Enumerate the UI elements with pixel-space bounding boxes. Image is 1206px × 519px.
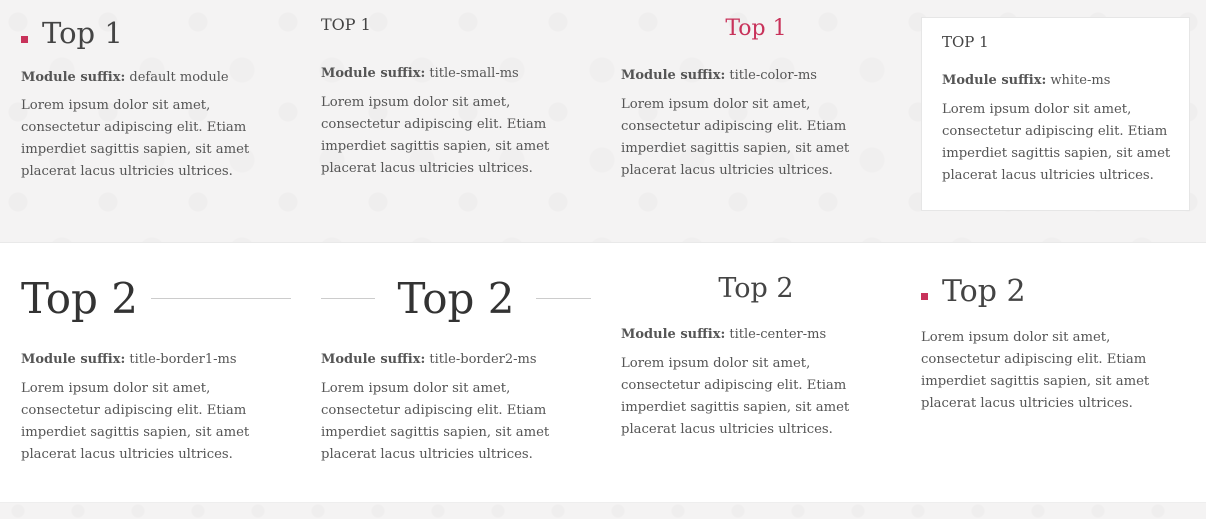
- module-title-color: Top 1 Module suffix: title-color-ms Lore…: [621, 16, 891, 182]
- suffix-value: title-small-ms: [429, 65, 519, 81]
- top1-section: Top 1 Module suffix: default module Lore…: [0, 0, 1206, 243]
- module-title: TOP 1: [942, 33, 989, 51]
- top2-section: Top 2 Module suffix: title-border1-ms Lo…: [0, 243, 1206, 503]
- suffix-label: Module suffix:: [21, 69, 126, 85]
- title-border-line-right: [536, 298, 591, 299]
- module-suffix: Module suffix: title-color-ms: [621, 68, 891, 83]
- module-body: Lorem ipsum dolor sit amet, consectetur …: [621, 97, 850, 179]
- module-body: Lorem ipsum dolor sit amet, consectetur …: [942, 101, 1171, 183]
- module-body: Lorem ipsum dolor sit amet, consectetur …: [21, 381, 250, 463]
- module-title-text: Top 1: [42, 16, 123, 50]
- module-default: Top 1 Module suffix: default module Lore…: [21, 16, 291, 183]
- module-title: Top 2: [397, 274, 515, 323]
- module-title: Top 1: [21, 16, 291, 50]
- module-suffix: Module suffix: default module: [21, 70, 291, 85]
- title-square-icon: [21, 35, 28, 43]
- suffix-value: white-ms: [1050, 72, 1111, 88]
- title-border-line: [151, 298, 291, 299]
- module-title: TOP 1: [321, 15, 371, 34]
- module-title-border2: Top 2 Module suffix: title-border2-ms Lo…: [321, 274, 591, 466]
- module-default-2: Top 2 Lorem ipsum dolor sit amet, consec…: [921, 275, 1191, 415]
- module-title: Top 2: [21, 274, 138, 323]
- suffix-label: Module suffix:: [621, 326, 726, 342]
- module-suffix: Module suffix: title-border2-ms: [321, 352, 591, 367]
- suffix-value: title-center-ms: [729, 326, 827, 342]
- bottom-section: [0, 503, 1206, 519]
- module-title: Top 1: [725, 16, 787, 41]
- module-suffix: Module suffix: white-ms: [942, 73, 1177, 88]
- suffix-label: Module suffix:: [942, 72, 1047, 88]
- module-title-text: Top 2: [942, 274, 1026, 309]
- suffix-label: Module suffix:: [321, 352, 426, 368]
- module-body: Lorem ipsum dolor sit amet, consectetur …: [921, 330, 1150, 411]
- suffix-value: title-color-ms: [729, 68, 817, 84]
- module-title: Top 2: [921, 275, 1191, 308]
- module-body: Lorem ipsum dolor sit amet, consectetur …: [321, 381, 550, 463]
- module-white: TOP 1 Module suffix: white-ms Lorem ipsu…: [921, 17, 1190, 211]
- module-suffix: Module suffix: title-center-ms: [621, 327, 891, 342]
- suffix-label: Module suffix:: [21, 352, 126, 368]
- module-suffix: Module suffix: title-border1-ms: [21, 352, 291, 367]
- suffix-value: title-border2-ms: [429, 352, 537, 368]
- module-title: Top 2: [718, 273, 794, 304]
- module-title-border1: Top 2 Module suffix: title-border1-ms Lo…: [21, 274, 291, 466]
- title-square-icon: [921, 293, 928, 301]
- suffix-label: Module suffix:: [621, 68, 726, 84]
- module-suffix: Module suffix: title-small-ms: [321, 66, 583, 81]
- module-body: Lorem ipsum dolor sit amet, consectetur …: [321, 94, 550, 176]
- module-title-small: TOP 1 Module suffix: title-small-ms Lore…: [321, 16, 583, 180]
- module-body: Lorem ipsum dolor sit amet, consectetur …: [621, 355, 850, 437]
- suffix-value: title-border1-ms: [129, 352, 237, 368]
- suffix-label: Module suffix:: [321, 65, 426, 81]
- module-body: Lorem ipsum dolor sit amet, consectetur …: [21, 97, 250, 179]
- module-title-center: Top 2 Module suffix: title-center-ms Lor…: [621, 274, 891, 441]
- suffix-value: default module: [129, 69, 229, 85]
